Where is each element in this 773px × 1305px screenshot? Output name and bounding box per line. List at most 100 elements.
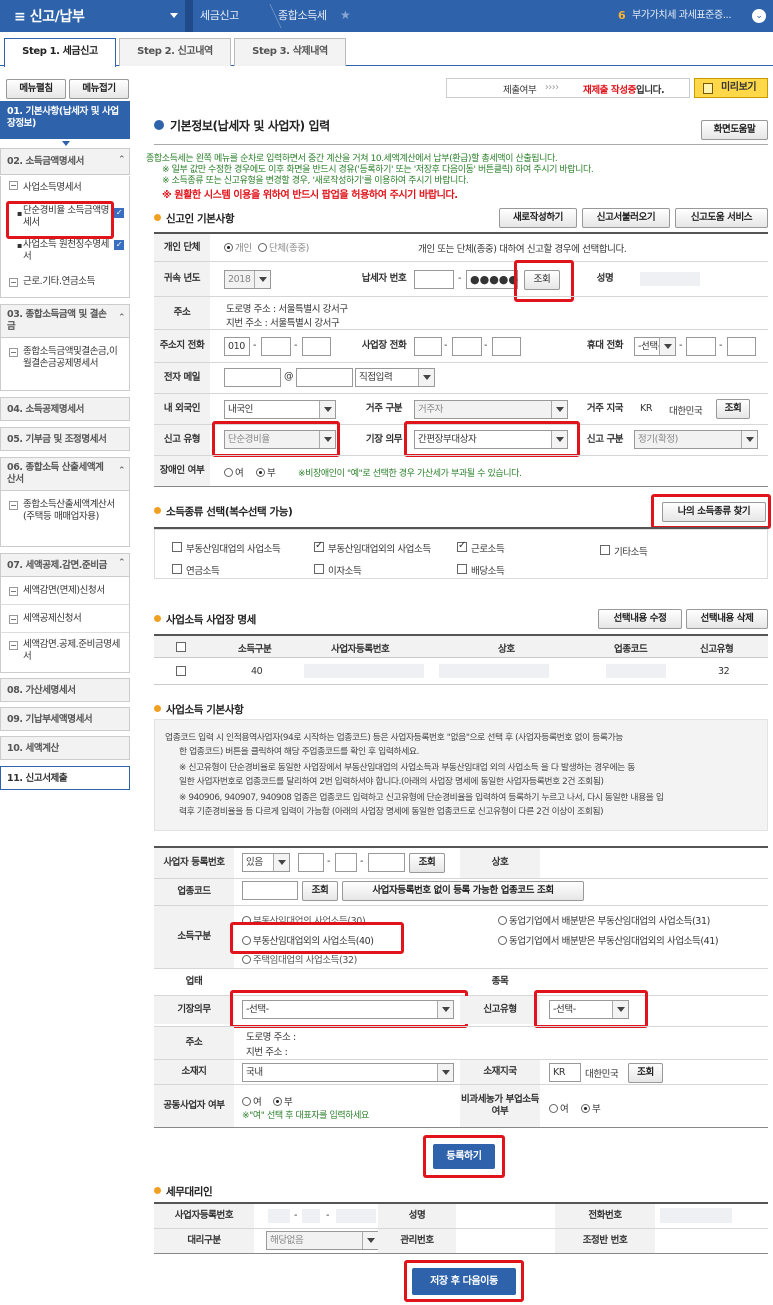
location-select[interactable]: 국내 (242, 1063, 454, 1082)
menu-title[interactable]: ≡ 신고/납부 (14, 6, 85, 26)
sidebar-item-deduction[interactable]: 04. 소득공제명세서 (0, 397, 130, 421)
biz-phone3-input[interactable] (492, 337, 521, 356)
bizno1-input[interactable] (298, 853, 324, 872)
loc-country-lookup-button[interactable]: 조회 (628, 1063, 663, 1083)
radio-kind-32[interactable]: 주택임대업의 사업소득(32) (242, 952, 357, 966)
load-return-button[interactable]: 신고서불러오기 (582, 208, 670, 228)
chevron-up-icon[interactable]: ⌃ (118, 558, 126, 568)
sidebar-item-tax-calc[interactable]: 06. 종합소득 산출세액계산서 (0, 457, 130, 491)
dropdown-arrow-icon[interactable] (170, 13, 178, 18)
preview-button[interactable]: 미리보기 (694, 78, 768, 98)
country-lookup-button[interactable]: 조회 (716, 399, 750, 419)
bizno3-input[interactable] (368, 853, 405, 872)
filing-help-button[interactable]: 신고도움 서비스 (675, 208, 768, 228)
checkbox-dividend[interactable]: 배당소득 (457, 563, 505, 577)
help-button[interactable]: 화면도움말 (701, 120, 768, 140)
radio-disabled-yes[interactable]: 여 (224, 465, 244, 479)
radio-joint-yes[interactable]: 여 (242, 1094, 262, 1108)
sidebar-item-labor[interactable]: 근로.기타.연금소득 (0, 268, 130, 298)
select-all-checkbox[interactable] (176, 642, 186, 652)
nobiz-code-lookup-button[interactable]: 사업자등록번호 없이 등록 가능한 업종코드 조회 (342, 881, 584, 901)
sidebar-item-donation[interactable]: 05. 기부금 및 조정명세서 (0, 427, 130, 451)
info-panel: 업종코드 입력 시 인적용역사업자(94로 시작하는 업종코드) 등은 사업자등… (154, 719, 768, 831)
residence-select[interactable]: 거주자 (414, 400, 568, 419)
bizno2-input[interactable] (335, 853, 357, 872)
breadcrumb-tax-filing[interactable]: 세금신고 (200, 0, 239, 32)
sidebar-item-basic[interactable]: 01. 기본사항(납세자 및 사업장정보) (0, 101, 130, 139)
sidebar-item-total-income[interactable]: 03. 종합소득금액 및 결손금 (0, 304, 130, 338)
radio-nontax-no[interactable]: 부 (581, 1101, 601, 1115)
phone2-input[interactable] (261, 337, 291, 356)
sidebar-item-exemption[interactable]: 세액감면(면제)신청서 (0, 577, 130, 605)
star-icon[interactable]: ★ (340, 8, 351, 22)
radio-kind-41[interactable]: 동업기업에서 배분받은 부동산임대업외의 사업소득(41) (498, 933, 719, 947)
chevron-up-icon[interactable]: ⌃ (118, 313, 126, 323)
tab-step3[interactable]: Step 3. 삭제내역 (234, 38, 346, 66)
phone1-input[interactable]: 010 (224, 337, 250, 356)
radio-nontax-yes[interactable]: 여 (549, 1101, 569, 1115)
tab-step1[interactable]: Step 1. 세금신고 (4, 38, 116, 67)
agent-kind-select[interactable]: 해당없음 (266, 1231, 379, 1250)
sidebar-item-credit-app[interactable]: 세액공제신청서 (0, 605, 130, 633)
tin-prefix-input[interactable] (414, 270, 454, 289)
email-id-input[interactable] (224, 368, 281, 387)
breadcrumb-income-tax[interactable]: 종합소득세 (278, 0, 327, 32)
section-title-basic: 신고인 기본사항 (154, 211, 234, 226)
email-domain-select[interactable]: 직접입력 (355, 368, 435, 387)
phone3-input[interactable] (302, 337, 331, 356)
mobile-prefix-select[interactable]: -선택- (634, 337, 676, 356)
radio-individual[interactable]: 개인 (224, 240, 252, 254)
bizno-lookup-button[interactable]: 조회 (409, 853, 445, 873)
year-select[interactable]: 2018 (224, 270, 271, 289)
loc-country-input[interactable]: KR (549, 1063, 581, 1082)
industry-code-lookup-button[interactable]: 조회 (302, 881, 338, 901)
sidebar-item-income-amount[interactable]: 02. 소득금액명세서 (0, 148, 130, 175)
checkbox-other[interactable]: 기타소득 (600, 544, 648, 558)
radio-joint-no[interactable]: 부 (273, 1094, 293, 1108)
foreign-select[interactable]: 내국인 (224, 400, 336, 419)
mobile2-input[interactable] (686, 337, 716, 356)
menu-expand-button[interactable]: 메뉴펼침 (6, 79, 66, 99)
chevron-down-icon[interactable]: ⌄ (752, 9, 766, 23)
biz-phone2-input[interactable] (452, 337, 482, 356)
chevron-up-icon[interactable]: ⌃ (118, 155, 126, 165)
checkbox-checked-icon[interactable]: ✓ (114, 240, 124, 250)
active-arrow-icon (62, 141, 70, 146)
mobile3-input[interactable] (727, 337, 756, 356)
checkbox-pension[interactable]: 연금소득 (172, 563, 220, 577)
sidebar-item-tax-compute[interactable]: 10. 세액계산 (0, 736, 130, 760)
radio-kind-31[interactable]: 동업기업에서 배분받은 부동산임대업의 사업소득(31) (498, 913, 710, 927)
report-kind-select[interactable]: 정기(확정) (634, 430, 758, 449)
industry-code-input[interactable] (242, 881, 298, 900)
edit-selected-button[interactable]: 선택내용 수정 (598, 609, 682, 629)
checkbox-labor[interactable]: 근로소득 (457, 540, 505, 555)
sidebar-item-submit[interactable]: 11. 신고서제출 (0, 766, 130, 790)
radio-group[interactable]: 단체(종중) (258, 240, 309, 254)
row-checkbox[interactable] (176, 666, 186, 676)
sidebar-item-credit[interactable]: 07. 세액공제.감면.준비금 (0, 553, 130, 577)
sidebar-item-reserve[interactable]: 세액감면.공제.준비금명세서 (0, 633, 130, 673)
tab-step2[interactable]: Step 2. 신고내역 (119, 38, 231, 66)
recent-item-link[interactable]: 부가가치세 과세표준증... (632, 0, 732, 32)
sidebar-item-house-seller[interactable]: 종합소득산출세액계산서(주택등 매매업자용) (0, 491, 130, 547)
email-domain-input[interactable] (296, 368, 353, 387)
chevron-up-icon[interactable]: ⌃ (118, 466, 126, 476)
new-write-button[interactable]: 새로작성하기 (499, 208, 577, 228)
sidebar-item-penalty[interactable]: 08. 가산세명세서 (0, 678, 130, 702)
delete-selected-button[interactable]: 선택내용 삭제 (686, 609, 768, 629)
radio-disabled-no[interactable]: 부 (256, 465, 276, 479)
checkbox-interest[interactable]: 이자소득 (314, 563, 362, 577)
section-title-biz-list: 사업소득 사업장 명세 (154, 612, 256, 627)
sidebar-item-prepaid[interactable]: 09. 기납부세액명세서 (0, 707, 130, 731)
biz-phone1-input[interactable] (414, 337, 442, 356)
sidebar-item-business-income[interactable]: 사업소득명세서 (0, 176, 130, 202)
checkbox-checked-icon[interactable]: ✓ (114, 208, 124, 218)
table-row[interactable]: 40 32 (154, 659, 768, 685)
tin-suffix-input[interactable]: ●●●●● (466, 270, 518, 289)
checkbox-nonrent-biz[interactable]: 부동산임대업외의 사업소득 (314, 540, 431, 555)
sidebar-item-withholding[interactable]: ▪ 사업소득 원천징수명세서 (0, 236, 130, 268)
menu-collapse-button[interactable]: 메뉴접기 (69, 79, 129, 99)
checkbox-rent-biz[interactable]: 부동산임대업의 사업소득 (172, 541, 281, 555)
bizno-exist-select[interactable]: 있음 (242, 853, 290, 872)
sidebar-item-deficit[interactable]: 종합소득금액및결손금,이월결손금공제명세서 (0, 338, 130, 391)
